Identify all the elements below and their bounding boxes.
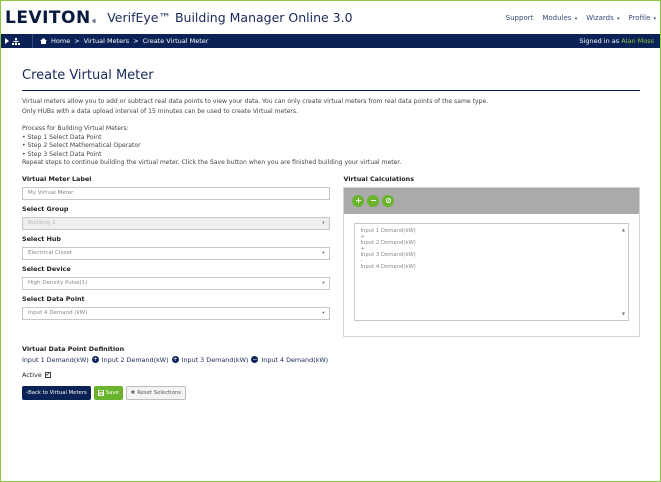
logo-registered: ® — [91, 18, 98, 25]
meter-form: Virtual Meter Label My Virtual Meter Sel… — [22, 174, 331, 337]
reset-label: Reset Selections — [137, 389, 181, 396]
meter-label-placeholder: My Virtual Meter — [28, 190, 74, 196]
back-to-virtual-meters-button[interactable]: ‹Back to Virtual Meters — [22, 385, 91, 400]
definition-title: Virtual Data Point Definition — [22, 344, 125, 353]
sitemap-icon — [12, 37, 20, 45]
nav-bar: Home > Virtual Meters > Create Virtual M… — [1, 34, 660, 48]
step-3: • Step 3 Select Data Point — [22, 150, 102, 158]
sidebar-toggle[interactable] — [5, 34, 33, 48]
intro-text: Virtual meters allow you to add or subtr… — [22, 98, 489, 105]
group-select-value: Building 1 — [28, 220, 56, 226]
main-content: Create Virtual Meter Virtual meters allo… — [1, 68, 660, 400]
page-title: Create Virtual Meter — [22, 68, 640, 91]
dropdown-arrow-icon: ▾ — [322, 220, 325, 226]
calc-line: Input 4 Demand(kW) — [360, 263, 416, 270]
chevron-down-icon: ▾ — [574, 15, 578, 22]
action-buttons: ‹Back to Virtual Meters Save ✖ Reset Sel… — [22, 385, 640, 400]
breadcrumb-virtual-meters[interactable]: Virtual Meters — [84, 37, 130, 45]
play-icon — [5, 38, 9, 44]
intro-note: Only HUBs with a data upload interval of… — [22, 108, 299, 115]
device-select-title: Select Device — [22, 264, 71, 273]
group-select[interactable]: Building 1 ▾ — [22, 216, 331, 230]
home-icon — [40, 38, 47, 44]
signed-in-label: Signed in as — [579, 37, 620, 45]
dropdown-arrow-icon: ▾ — [322, 250, 325, 256]
repeat-note: Repeat steps to continue building the vi… — [22, 159, 402, 166]
virtual-calculations-title: Virtual Calculations — [343, 174, 415, 183]
breadcrumb-home[interactable]: Home — [51, 37, 70, 45]
menu-wizards-label: Wizards — [586, 13, 614, 22]
definition-term: Input 3 Demand(kW) — [181, 355, 249, 364]
hub-select-value: Electrical Closet — [28, 250, 73, 256]
active-row: Active ✔ — [22, 371, 640, 379]
meter-label-title: Virtual Meter Label — [22, 174, 92, 183]
group-select-title: Select Group — [22, 204, 69, 213]
device-select-value: High Density Pulse(1) — [28, 280, 88, 286]
menu-modules[interactable]: Modules ▾ — [542, 14, 577, 22]
breadcrumb-separator: > — [74, 37, 80, 45]
operator-toolbar: + − ⊘ — [344, 187, 639, 214]
process-title: Process for Building Virtual Meters: — [22, 125, 129, 132]
chevron-down-icon: ▾ — [616, 15, 620, 22]
virtual-calculations-panel: Virtual Calculations + − ⊘ Input 1 Deman… — [343, 175, 640, 337]
meter-label-input[interactable]: My Virtual Meter — [22, 186, 331, 200]
save-label: Save — [105, 389, 119, 396]
breadcrumb: Home > Virtual Meters > Create Virtual M… — [40, 37, 208, 45]
calc-box: + − ⊘ Input 1 Demand(kW) + Input 2 Deman… — [343, 186, 640, 337]
step-2: • Step 2 Select Mathematical Operator — [22, 142, 141, 149]
save-icon — [97, 389, 104, 396]
process-steps: Process for Building Virtual Meters: • S… — [22, 125, 640, 168]
reset-selections-button[interactable]: ✖ Reset Selections — [125, 385, 186, 400]
data-point-select-title: Select Data Point — [22, 294, 85, 303]
menu-profile-label: Profile — [628, 13, 651, 22]
form-columns: Virtual Meter Label My Virtual Meter Sel… — [22, 175, 640, 337]
hub-select-title: Select Hub — [22, 234, 62, 243]
plus-icon: + — [171, 356, 179, 363]
plus-icon: + — [91, 356, 99, 363]
top-menu: Support Modules ▾ Wizards ▾ Profile ▾ — [506, 14, 656, 22]
data-point-select-value: Input 4 Demand (kW) — [28, 310, 88, 316]
top-header: LEVITON ® VerifEye™ Building Manager Onl… — [1, 1, 660, 34]
menu-support-label: Support — [505, 13, 534, 22]
logo-text: LEVITON — [5, 7, 91, 28]
dropdown-arrow-icon: ▾ — [322, 310, 325, 316]
definition-row: Input 1 Demand(kW) + Input 2 Demand(kW) … — [22, 356, 640, 364]
breadcrumb-separator: > — [133, 37, 139, 45]
minus-icon: − — [251, 356, 259, 363]
scroll-down-icon[interactable]: ▼ — [622, 311, 625, 317]
clear-operator-button[interactable]: ⊘ — [382, 194, 395, 207]
close-icon: ✖ — [130, 389, 136, 396]
add-operator-button[interactable]: + — [352, 194, 365, 207]
definition-term: Input 2 Demand(kW) — [101, 355, 169, 364]
data-point-select[interactable]: Input 4 Demand (kW) ▾ — [22, 306, 331, 320]
calculation-list[interactable]: Input 1 Demand(kW) + Input 2 Demand(kW) … — [354, 222, 629, 321]
step-1: • Step 1 Select Data Point — [22, 133, 102, 141]
definition-term: Input 4 Demand(kW) — [261, 355, 329, 364]
app-title: VerifEye™ Building Manager Online 3.0 — [107, 10, 353, 25]
active-label: Active — [22, 370, 42, 379]
dropdown-arrow-icon: ▾ — [322, 280, 325, 286]
chevron-down-icon: ▾ — [653, 15, 656, 22]
leviton-logo[interactable]: LEVITON ® — [5, 8, 97, 28]
scroll-up-icon[interactable]: ▲ — [622, 227, 625, 233]
signed-in-info: Signed in as Alan Moss — [579, 37, 656, 45]
definition-term: Input 1 Demand(kW) — [22, 355, 89, 364]
device-select[interactable]: High Density Pulse(1) ▾ — [22, 276, 331, 290]
active-checkbox[interactable]: ✔ — [44, 371, 51, 378]
menu-wizards[interactable]: Wizards ▾ — [586, 14, 619, 22]
subtract-operator-button[interactable]: − — [367, 194, 380, 207]
menu-profile[interactable]: Profile ▾ — [628, 14, 656, 22]
menu-modules-label: Modules — [542, 13, 572, 22]
menu-support[interactable]: Support — [506, 14, 534, 22]
user-name[interactable]: Alan Moss — [621, 37, 654, 45]
hub-select[interactable]: Electrical Closet ▾ — [22, 246, 331, 260]
save-button[interactable]: Save — [93, 385, 123, 400]
breadcrumb-current: Create Virtual Meter — [142, 37, 209, 45]
